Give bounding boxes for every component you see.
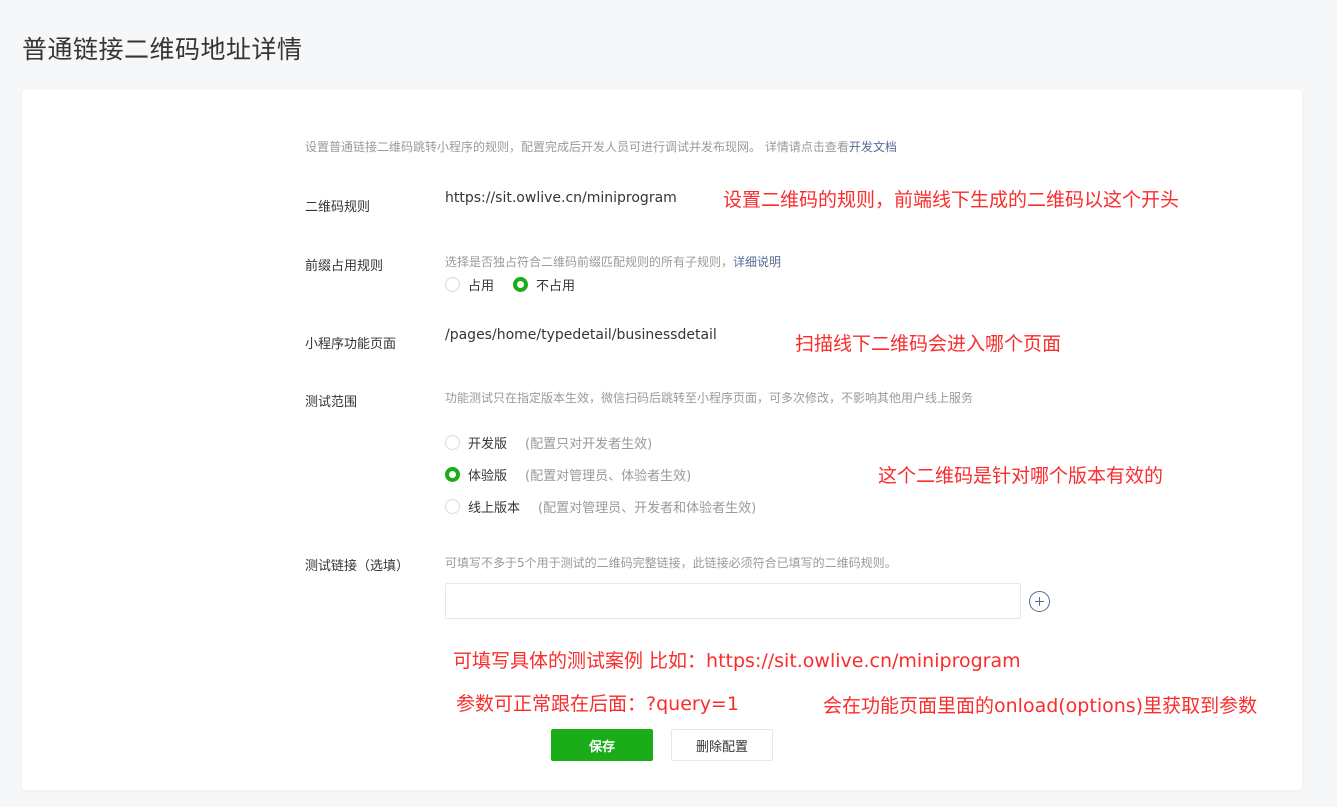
intro-text: 设置普通链接二维码跳转小程序的规则，配置完成后开发人员可进行调试并发布现网。 详… bbox=[305, 138, 897, 155]
scope-option-hint: (配置对管理员、开发者和体验者生效) bbox=[538, 501, 757, 516]
radio-unchecked-icon bbox=[445, 277, 460, 292]
test-scope-annotation: 这个二维码是针对哪个版本有效的 bbox=[878, 465, 1164, 487]
delete-config-button[interactable]: 删除配置 bbox=[671, 729, 773, 761]
test-links-description: 可填写不多于5个用于测试的二维码完整链接，此链接必须符合已填写的二维码规则。 bbox=[445, 556, 897, 570]
prefix-description: 选择是否独占符合二维码前缀匹配规则的所有子规则，详细说明 bbox=[445, 253, 781, 270]
prefix-option-label: 不占用 bbox=[536, 279, 576, 294]
rule-label: 二维码规则 bbox=[305, 200, 371, 215]
config-card: 设置普通链接二维码跳转小程序的规则，配置完成后开发人员可进行调试并发布现网。 详… bbox=[22, 90, 1302, 790]
scope-option-label: 体验版 bbox=[468, 469, 508, 484]
test-link-input[interactable] bbox=[445, 583, 1021, 619]
page-path-value: /pages/home/typedetail/businessdetail bbox=[445, 327, 717, 343]
radio-checked-icon bbox=[513, 277, 528, 292]
prefix-option-not-occupy[interactable]: 不占用 bbox=[513, 275, 575, 294]
scope-option-label: 开发版 bbox=[468, 437, 508, 452]
scope-option-hint: (配置只对开发者生效) bbox=[525, 437, 653, 452]
scope-option-trial[interactable]: 体验版 (配置对管理员、体验者生效) bbox=[445, 465, 691, 484]
scope-option-release[interactable]: 线上版本 (配置对管理员、开发者和体验者生效) bbox=[445, 497, 756, 516]
scope-option-dev[interactable]: 开发版 (配置只对开发者生效) bbox=[445, 433, 652, 452]
test-scope-label: 测试范围 bbox=[305, 395, 358, 410]
test-links-annotation-example: 可填写具体的测试案例 比如：https://sit.owlive.cn/mini… bbox=[453, 650, 1021, 672]
intro-description: 设置普通链接二维码跳转小程序的规则，配置完成后开发人员可进行调试并发布现网。 详… bbox=[305, 140, 849, 154]
detail-explain-link[interactable]: 详细说明 bbox=[733, 255, 781, 269]
prefix-option-label: 占用 bbox=[468, 279, 495, 294]
rule-annotation: 设置二维码的规则，前端线下生成的二维码以这个开头 bbox=[723, 189, 1180, 211]
radio-unchecked-icon bbox=[445, 499, 460, 514]
scope-option-hint: (配置对管理员、体验者生效) bbox=[525, 469, 692, 484]
plus-circle-icon[interactable] bbox=[1029, 591, 1050, 612]
save-button[interactable]: 保存 bbox=[551, 729, 653, 761]
test-links-label: 测试链接（选填） bbox=[305, 559, 410, 574]
test-links-annotation-params: 参数可正常跟在后面：?query=1 bbox=[456, 693, 739, 715]
radio-unchecked-icon bbox=[445, 435, 460, 450]
page-path-label: 小程序功能页面 bbox=[305, 337, 397, 352]
dev-docs-link[interactable]: 开发文档 bbox=[849, 140, 897, 154]
prefix-label: 前缀占用规则 bbox=[305, 259, 384, 274]
prefix-description-text: 选择是否独占符合二维码前缀匹配规则的所有子规则， bbox=[445, 255, 734, 269]
test-scope-description: 功能测试只在指定版本生效，微信扫码后跳转至小程序页面，可多次修改，不影响其他用户… bbox=[445, 391, 974, 405]
page-path-annotation: 扫描线下二维码会进入哪个页面 bbox=[795, 333, 1062, 355]
rule-value: https://sit.owlive.cn/miniprogram bbox=[445, 190, 677, 206]
test-links-annotation-onload: 会在功能页面里面的onload(options)里获取到参数 bbox=[823, 695, 1258, 717]
page-title: 普通链接二维码地址详情 bbox=[22, 35, 303, 64]
radio-checked-icon bbox=[445, 467, 460, 482]
prefix-option-occupy[interactable]: 占用 bbox=[445, 275, 494, 294]
scope-option-label: 线上版本 bbox=[468, 501, 521, 516]
